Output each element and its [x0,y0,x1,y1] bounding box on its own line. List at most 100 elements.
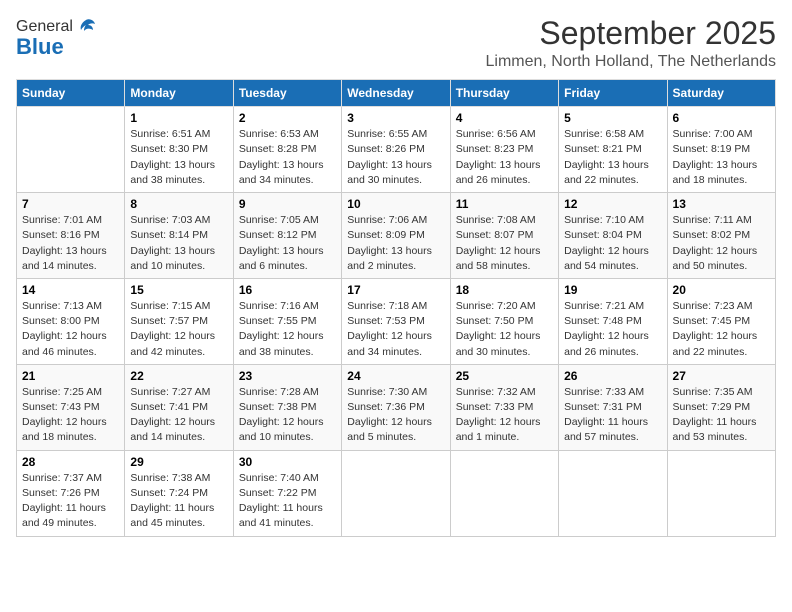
day-number: 22 [130,369,227,383]
day-info: Sunrise: 7:10 AM Sunset: 8:04 PM Dayligh… [564,213,661,274]
calendar-week-row: 21 Sunrise: 7:25 AM Sunset: 7:43 PM Dayli… [17,364,776,450]
calendar-cell: 22 Sunrise: 7:27 AM Sunset: 7:41 PM Dayli… [125,364,233,450]
day-number: 2 [239,111,336,125]
calendar-cell [342,450,450,536]
calendar-cell: 3Sunrise: 6:55 AM Sunset: 8:26 PM Daylig… [342,107,450,193]
logo-blue-text: Blue [16,34,64,60]
day-number: 23 [239,369,336,383]
day-number: 10 [347,197,444,211]
calendar-cell: 11Sunrise: 7:08 AM Sunset: 8:07 PM Dayli… [450,193,558,279]
calendar-cell [450,450,558,536]
day-info: Sunrise: 7:16 AM Sunset: 7:55 PM Dayligh… [239,299,336,360]
day-number: 8 [130,197,227,211]
weekday-header-thursday: Thursday [450,80,558,107]
calendar-cell [17,107,125,193]
calendar-cell: 29Sunrise: 7:38 AM Sunset: 7:24 PM Dayli… [125,450,233,536]
day-number: 16 [239,283,336,297]
day-number: 20 [673,283,770,297]
page-header: General Blue September 2025 Limmen, Nort… [16,16,776,71]
day-number: 26 [564,369,661,383]
day-number: 21 [22,369,119,383]
day-info: Sunrise: 7:20 AM Sunset: 7:50 PM Dayligh… [456,299,553,360]
day-number: 1 [130,111,227,125]
day-number: 12 [564,197,661,211]
calendar-cell: 10 Sunrise: 7:06 AM Sunset: 8:09 PM Dayli… [342,193,450,279]
calendar-cell: 15 Sunrise: 7:15 AM Sunset: 7:57 PM Dayli… [125,278,233,364]
day-info: Sunrise: 7:30 AM Sunset: 7:36 PM Dayligh… [347,385,444,446]
calendar-cell: 16 Sunrise: 7:16 AM Sunset: 7:55 PM Dayli… [233,278,341,364]
day-number: 13 [673,197,770,211]
day-info: Sunrise: 7:18 AM Sunset: 7:53 PM Dayligh… [347,299,444,360]
calendar-cell: 14 Sunrise: 7:13 AM Sunset: 8:00 PM Dayli… [17,278,125,364]
calendar-cell: 25 Sunrise: 7:32 AM Sunset: 7:33 PM Dayli… [450,364,558,450]
day-info: Sunrise: 7:03 AM Sunset: 8:14 PM Dayligh… [130,213,227,274]
calendar-cell: 30Sunrise: 7:40 AM Sunset: 7:22 PM Dayli… [233,450,341,536]
calendar-cell: 8 Sunrise: 7:03 AM Sunset: 8:14 PM Daylig… [125,193,233,279]
day-info: Sunrise: 6:58 AM Sunset: 8:21 PM Dayligh… [564,127,661,188]
calendar-cell: 5 Sunrise: 6:58 AM Sunset: 8:21 PM Daylig… [559,107,667,193]
day-info: Sunrise: 7:35 AM Sunset: 7:29 PM Dayligh… [673,385,770,446]
day-number: 11 [456,197,553,211]
calendar-cell: 18 Sunrise: 7:20 AM Sunset: 7:50 PM Dayli… [450,278,558,364]
calendar-cell: 6Sunrise: 7:00 AM Sunset: 8:19 PM Daylig… [667,107,775,193]
calendar-week-row: 14 Sunrise: 7:13 AM Sunset: 8:00 PM Dayli… [17,278,776,364]
day-info: Sunrise: 7:01 AM Sunset: 8:16 PM Dayligh… [22,213,119,274]
day-info: Sunrise: 7:13 AM Sunset: 8:00 PM Dayligh… [22,299,119,360]
day-info: Sunrise: 7:27 AM Sunset: 7:41 PM Dayligh… [130,385,227,446]
calendar-cell: 17 Sunrise: 7:18 AM Sunset: 7:53 PM Dayli… [342,278,450,364]
logo-bird-icon [75,16,97,38]
day-number: 19 [564,283,661,297]
location: Limmen, North Holland, The Netherlands [485,53,776,71]
day-number: 9 [239,197,336,211]
day-number: 17 [347,283,444,297]
calendar-cell: 9 Sunrise: 7:05 AM Sunset: 8:12 PM Daylig… [233,193,341,279]
day-info: Sunrise: 6:56 AM Sunset: 8:23 PM Dayligh… [456,127,553,188]
day-info: Sunrise: 7:21 AM Sunset: 7:48 PM Dayligh… [564,299,661,360]
weekday-header-wednesday: Wednesday [342,80,450,107]
calendar-cell: 28Sunrise: 7:37 AM Sunset: 7:26 PM Dayli… [17,450,125,536]
day-number: 3 [347,111,444,125]
calendar-cell: 21 Sunrise: 7:25 AM Sunset: 7:43 PM Dayli… [17,364,125,450]
day-number: 18 [456,283,553,297]
weekday-header-tuesday: Tuesday [233,80,341,107]
day-number: 14 [22,283,119,297]
day-info: Sunrise: 6:53 AM Sunset: 8:28 PM Dayligh… [239,127,336,188]
day-number: 5 [564,111,661,125]
day-info: Sunrise: 6:51 AM Sunset: 8:30 PM Dayligh… [130,127,227,188]
day-number: 15 [130,283,227,297]
calendar-cell: 7 Sunrise: 7:01 AM Sunset: 8:16 PM Daylig… [17,193,125,279]
day-info: Sunrise: 7:28 AM Sunset: 7:38 PM Dayligh… [239,385,336,446]
weekday-header-saturday: Saturday [667,80,775,107]
calendar-cell: 4Sunrise: 6:56 AM Sunset: 8:23 PM Daylig… [450,107,558,193]
day-info: Sunrise: 7:32 AM Sunset: 7:33 PM Dayligh… [456,385,553,446]
day-number: 7 [22,197,119,211]
calendar-cell: 2 Sunrise: 6:53 AM Sunset: 8:28 PM Daylig… [233,107,341,193]
title-block: September 2025 Limmen, North Holland, Th… [485,16,776,71]
day-info: Sunrise: 7:37 AM Sunset: 7:26 PM Dayligh… [22,471,119,532]
day-number: 25 [456,369,553,383]
day-info: Sunrise: 7:25 AM Sunset: 7:43 PM Dayligh… [22,385,119,446]
calendar-table: SundayMondayTuesdayWednesdayThursdayFrid… [16,79,776,536]
day-number: 6 [673,111,770,125]
day-info: Sunrise: 7:05 AM Sunset: 8:12 PM Dayligh… [239,213,336,274]
calendar-cell: 23 Sunrise: 7:28 AM Sunset: 7:38 PM Dayli… [233,364,341,450]
day-info: Sunrise: 7:33 AM Sunset: 7:31 PM Dayligh… [564,385,661,446]
calendar-week-row: 7 Sunrise: 7:01 AM Sunset: 8:16 PM Daylig… [17,193,776,279]
day-number: 27 [673,369,770,383]
calendar-cell: 24Sunrise: 7:30 AM Sunset: 7:36 PM Dayli… [342,364,450,450]
calendar-cell: 19 Sunrise: 7:21 AM Sunset: 7:48 PM Dayli… [559,278,667,364]
calendar-cell [667,450,775,536]
weekday-header-friday: Friday [559,80,667,107]
month-title: September 2025 [485,16,776,51]
calendar-week-row: 28Sunrise: 7:37 AM Sunset: 7:26 PM Dayli… [17,450,776,536]
calendar-cell: 26 Sunrise: 7:33 AM Sunset: 7:31 PM Dayli… [559,364,667,450]
day-number: 29 [130,455,227,469]
weekday-header-sunday: Sunday [17,80,125,107]
calendar-cell: 20 Sunrise: 7:23 AM Sunset: 7:45 PM Dayli… [667,278,775,364]
weekday-header-row: SundayMondayTuesdayWednesdayThursdayFrid… [17,80,776,107]
day-info: Sunrise: 7:06 AM Sunset: 8:09 PM Dayligh… [347,213,444,274]
day-info: Sunrise: 7:11 AM Sunset: 8:02 PM Dayligh… [673,213,770,274]
day-info: Sunrise: 7:23 AM Sunset: 7:45 PM Dayligh… [673,299,770,360]
day-info: Sunrise: 7:15 AM Sunset: 7:57 PM Dayligh… [130,299,227,360]
calendar-cell: 12 Sunrise: 7:10 AM Sunset: 8:04 PM Dayli… [559,193,667,279]
